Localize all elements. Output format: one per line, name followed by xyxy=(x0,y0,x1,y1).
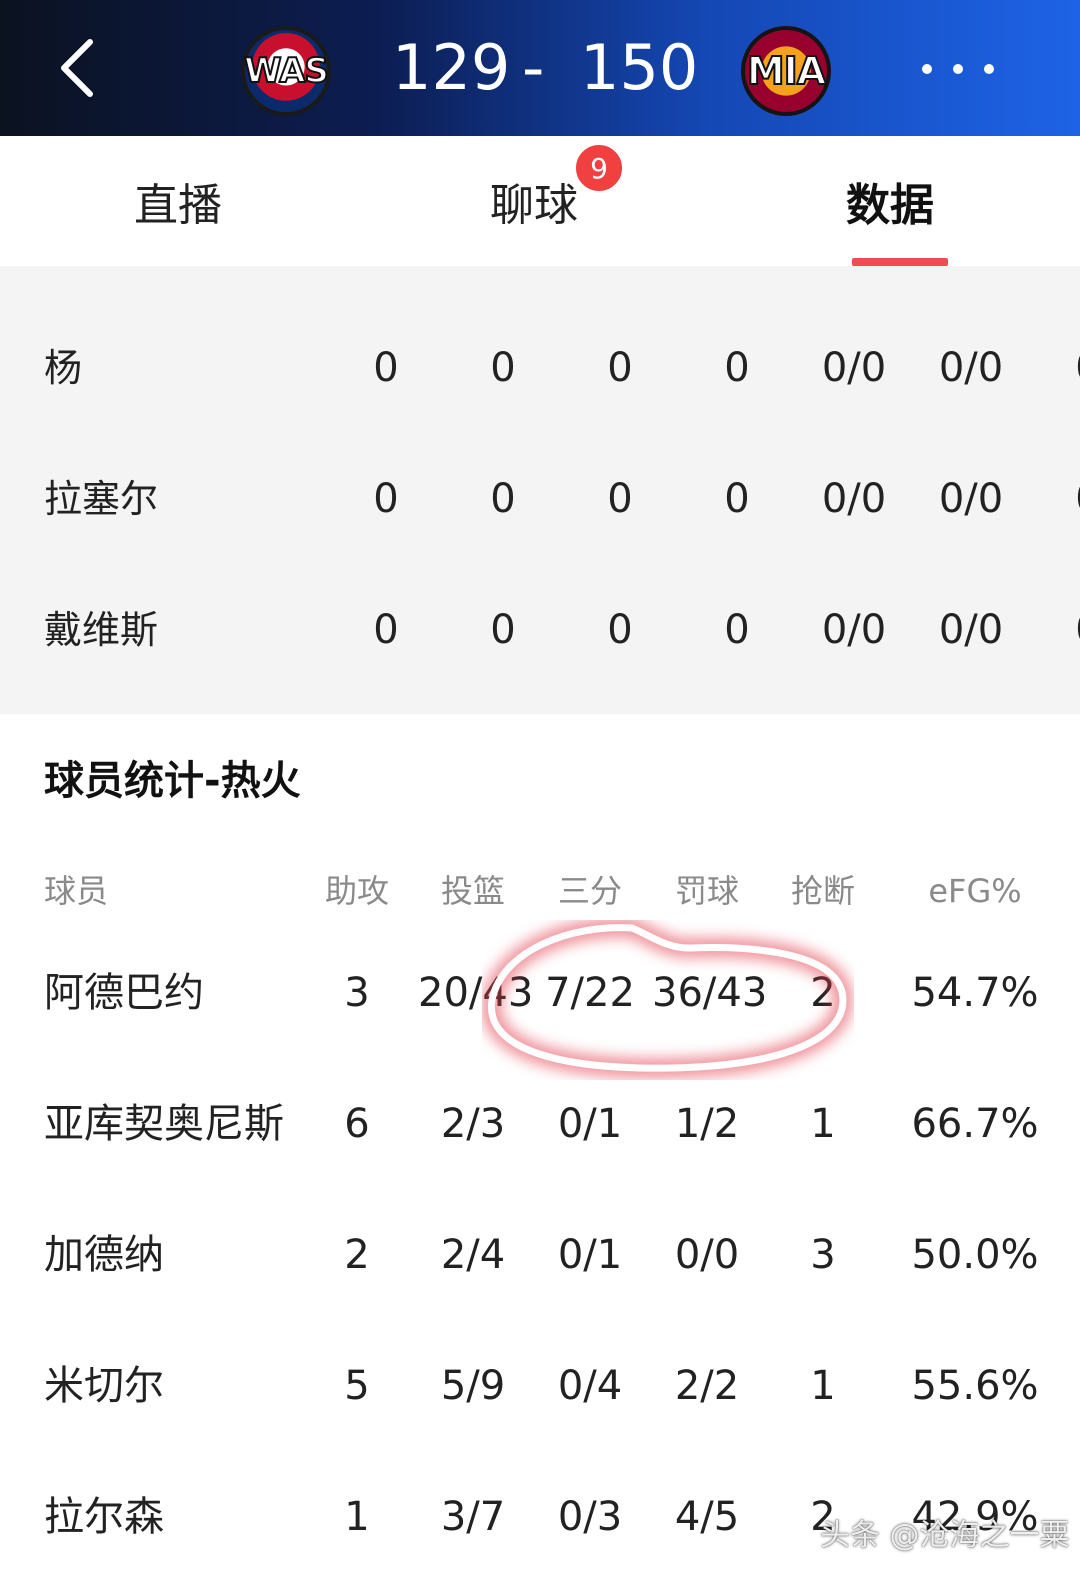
opponent-stats-table: 杨00000/00/00拉塞尔00000/00/00戴维斯00000/00/00 xyxy=(0,266,1080,714)
stat-stl: 2 xyxy=(810,970,836,1016)
table-row[interactable]: 亚库契奥尼斯 6 2/3 0/1 1/2 1 66.7% xyxy=(0,1059,1080,1189)
stat-cell: 0 xyxy=(373,607,399,653)
stat-cell: 0/0 xyxy=(821,476,887,522)
stat-ast: 2 xyxy=(344,1232,370,1278)
stat-cell: 0 xyxy=(607,476,633,522)
tab-live[interactable]: 直播 xyxy=(28,136,328,266)
header-free-throws: 罚球 xyxy=(674,872,739,910)
stat-tp: 0/4 xyxy=(557,1363,623,1409)
back-button[interactable] xyxy=(50,30,110,106)
stat-ast: 3 xyxy=(344,970,370,1016)
stat-cell: 0 xyxy=(1038,302,1080,434)
stat-cell: 0/0 xyxy=(938,607,1004,653)
tab-chat[interactable]: 聊球 9 xyxy=(384,136,684,266)
away-team-abbr: MIA xyxy=(746,48,827,94)
away-score: 150 xyxy=(580,31,699,104)
stat-cell: 0 xyxy=(1038,564,1080,696)
score-separator: - xyxy=(522,31,545,104)
tab-bar: 直播 聊球 9 数据 xyxy=(0,136,1080,266)
chevron-left-icon xyxy=(61,39,93,97)
stat-cell: 0 xyxy=(724,476,750,522)
active-tab-indicator xyxy=(852,258,948,266)
player-name: 加德纳 xyxy=(44,1232,164,1278)
stat-cell: 0/0 xyxy=(938,345,1004,391)
player-name: 戴维斯 xyxy=(44,608,159,652)
stat-cell: 0 xyxy=(373,345,399,391)
stat-fg: 2/3 xyxy=(440,1101,506,1147)
stat-efg: 54.7% xyxy=(911,970,1039,1016)
home-team-logo[interactable]: WAS xyxy=(241,26,331,116)
header-three-pointers: 三分 xyxy=(557,872,622,910)
more-options-button[interactable] xyxy=(922,52,994,86)
table-row[interactable]: 戴维斯 0 0 0 0 0/0 0/0 0 xyxy=(0,564,1080,696)
player-name: 杨 xyxy=(44,346,83,390)
stat-cell: 0 xyxy=(490,607,516,653)
stat-cell: 0 xyxy=(607,607,633,653)
stat-cell: 0 xyxy=(724,345,750,391)
header-efg: eFG% xyxy=(928,872,1022,910)
stat-tp: 7/22 xyxy=(545,970,635,1016)
tab-live-label: 直播 xyxy=(134,180,222,231)
game-header: WAS 129 - 150 MIA xyxy=(0,0,1080,136)
player-name: 亚库契奥尼斯 xyxy=(44,1101,284,1147)
header-player: 球员 xyxy=(44,872,109,910)
stat-cell: 0/0 xyxy=(821,607,887,653)
stat-fg: 2/4 xyxy=(440,1232,506,1278)
stat-fg: 3/7 xyxy=(440,1494,506,1540)
stat-ft: 2/2 xyxy=(674,1363,740,1409)
header-field-goals: 投篮 xyxy=(440,872,505,910)
table-header: 球员 助攻 投篮 三分 罚球 抢断 eFG% xyxy=(0,860,1080,922)
table-row[interactable]: 加德纳 2 2/4 0/1 0/0 3 50.0% xyxy=(0,1190,1080,1320)
tab-chat-label: 聊球 xyxy=(490,180,578,231)
stat-tp: 0/3 xyxy=(557,1494,623,1540)
home-score: 129 xyxy=(392,31,511,104)
stat-cell: 0 xyxy=(607,345,633,391)
stat-stl: 1 xyxy=(810,1363,836,1409)
stat-ft: 0/0 xyxy=(674,1232,740,1278)
stat-cell: 0 xyxy=(724,607,750,653)
stat-ft: 4/5 xyxy=(674,1494,740,1540)
table-row[interactable]: 拉塞尔 0 0 0 0 0/0 0/0 0 xyxy=(0,433,1080,565)
player-name: 拉塞尔 xyxy=(44,477,159,521)
tab-data-label: 数据 xyxy=(846,180,934,231)
stat-efg: 55.6% xyxy=(911,1363,1039,1409)
stat-ft: 1/2 xyxy=(674,1101,740,1147)
stat-tp: 0/1 xyxy=(557,1232,623,1278)
stat-efg: 66.7% xyxy=(911,1101,1039,1147)
stat-cell: 0 xyxy=(373,476,399,522)
stat-ft: 36/43 xyxy=(652,970,768,1016)
more-dot xyxy=(984,64,994,74)
more-horizontal-icon xyxy=(922,64,932,74)
more-dot xyxy=(953,64,963,74)
stat-efg: 50.0% xyxy=(911,1232,1039,1278)
home-team-abbr: WAS xyxy=(243,50,330,92)
stat-cell: 0 xyxy=(1038,433,1080,565)
stat-fg: 5/9 xyxy=(440,1363,506,1409)
stat-cell: 0/0 xyxy=(821,345,887,391)
stat-cell: 0 xyxy=(490,345,516,391)
header-steals: 抢断 xyxy=(790,872,855,910)
player-name: 米切尔 xyxy=(44,1363,164,1409)
away-team-logo[interactable]: MIA xyxy=(741,26,831,116)
watermark: 头条 @沧海之一粟 xyxy=(820,1518,1070,1553)
stat-ast: 6 xyxy=(344,1101,370,1147)
table-row[interactable]: 阿德巴约 3 20/43 7/22 36/43 2 54.7% xyxy=(0,928,1080,1058)
stat-stl: 1 xyxy=(810,1101,836,1147)
table-row[interactable]: 杨 0 0 0 0 0/0 0/0 0 xyxy=(0,302,1080,434)
stat-tp: 0/1 xyxy=(557,1101,623,1147)
section-title: 球员统计-热火 xyxy=(44,758,301,804)
player-name: 阿德巴约 xyxy=(44,970,204,1016)
player-name: 拉尔森 xyxy=(44,1494,164,1540)
stat-fg: 20/43 xyxy=(418,970,534,1016)
stat-cell: 0/0 xyxy=(938,476,1004,522)
stat-stl: 3 xyxy=(810,1232,836,1278)
stat-ast: 5 xyxy=(344,1363,370,1409)
header-assists: 助攻 xyxy=(324,872,389,910)
tab-chat-wrap: 聊球 9 xyxy=(490,143,624,233)
stat-ast: 1 xyxy=(344,1494,370,1540)
stat-cell: 0 xyxy=(490,476,516,522)
tab-data[interactable]: 数据 xyxy=(740,136,1040,266)
chat-count-badge: 9 xyxy=(574,143,624,193)
table-row[interactable]: 米切尔 5 5/9 0/4 2/2 1 55.6% xyxy=(0,1321,1080,1451)
